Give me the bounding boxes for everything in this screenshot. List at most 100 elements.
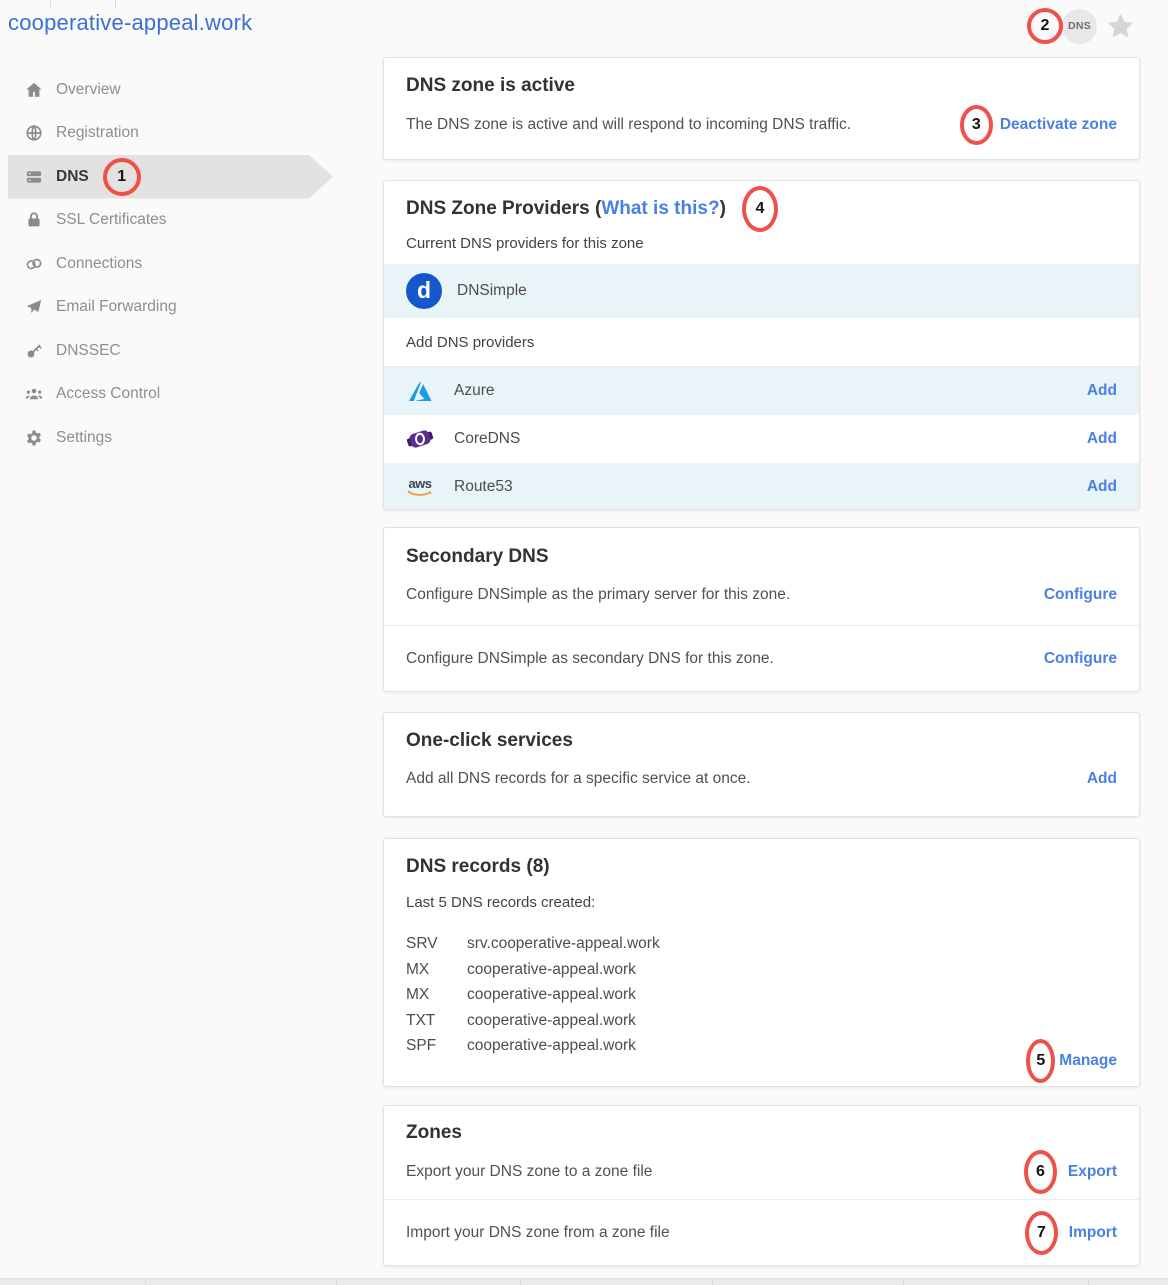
card-title: DNS records (8) (406, 854, 1117, 880)
record-name: cooperative-appeal.work (467, 957, 636, 983)
sidebar-item-dns[interactable]: DNS 1 (8, 155, 333, 199)
current-provider-row: d DNSimple (384, 264, 1139, 318)
what-is-this-link[interactable]: What is this? (601, 196, 719, 222)
sidebar-item-label: DNS (56, 168, 89, 186)
coredns-logo (406, 425, 434, 453)
record-row: MX cooperative-appeal.work (406, 982, 1117, 1008)
provider-row-coredns: CoreDNS Add (384, 415, 1139, 463)
gear-icon (25, 429, 43, 447)
record-row: SRV srv.cooperative-appeal.work (406, 931, 1117, 957)
domain-dns-page: cooperative-appeal.work 2 DNS Overview R… (0, 0, 1168, 1285)
sidebar-item-label: Settings (56, 429, 112, 447)
record-row: MX cooperative-appeal.work (406, 957, 1117, 983)
export-zone-link[interactable]: Export (1068, 1163, 1117, 1181)
favorite-star-icon[interactable] (1105, 11, 1136, 42)
sidebar-item-connections[interactable]: Connections (8, 242, 333, 286)
link-icon (25, 255, 43, 273)
configure-secondary-link[interactable]: Configure (1044, 650, 1117, 668)
configure-primary-link[interactable]: Configure (1044, 586, 1117, 604)
provider-name: DNSimple (457, 282, 527, 300)
card-title: DNS Zone Providers (What is this?)4 (406, 196, 1117, 222)
dns-zone-providers-card: DNS Zone Providers (What is this?)4 Curr… (383, 180, 1140, 510)
sidebar-item-label: SSL Certificates (56, 211, 167, 229)
provider-row-route53: aws Route53 Add (384, 463, 1139, 510)
add-azure-link[interactable]: Add (1087, 382, 1117, 400)
key-icon (25, 342, 43, 360)
annotation-3: 3 (960, 105, 993, 145)
record-name: cooperative-appeal.work (467, 982, 636, 1008)
annotation-5: 5 (1026, 1039, 1055, 1083)
dns-records-card: DNS records (8) Last 5 DNS records creat… (383, 838, 1140, 1087)
sidebar-item-label: Registration (56, 124, 139, 142)
one-click-services-card: One-click services Add all DNS records f… (383, 712, 1140, 817)
record-type: MX (406, 957, 467, 983)
add-coredns-link[interactable]: Add (1087, 430, 1117, 448)
provider-name: CoreDNS (454, 430, 520, 448)
globe-icon (25, 124, 43, 142)
card-title: DNS zone is active (406, 73, 1117, 99)
records-list: SRV srv.cooperative-appeal.work MX coope… (406, 931, 1117, 1059)
record-name: cooperative-appeal.work (467, 1008, 636, 1034)
import-zone-text: Import your DNS zone from a zone file (406, 1224, 670, 1242)
sidebar-item-registration[interactable]: Registration (8, 112, 333, 156)
sidebar-item-label: Overview (56, 81, 121, 99)
record-type: SRV (406, 931, 467, 957)
records-subtitle: Last 5 DNS records created: (406, 894, 1117, 911)
sidebar-item-ssl-certificates[interactable]: SSL Certificates (8, 199, 333, 243)
zones-card: Zones Export your DNS zone to a zone fil… (383, 1105, 1140, 1266)
provider-name: Azure (454, 382, 495, 400)
secondary-dns-text: Configure DNSimple as secondary DNS for … (406, 650, 774, 668)
sidebar-item-access-control[interactable]: Access Control (8, 373, 333, 417)
export-zone-text: Export your DNS zone to a zone file (406, 1163, 652, 1181)
annotation-2: 2 (1027, 8, 1063, 44)
background-grid-tick (115, 0, 116, 7)
background-grid-tick (50, 0, 51, 7)
providers-title-suffix: ) (720, 196, 726, 222)
providers-title-prefix: DNS Zone Providers ( (406, 196, 601, 222)
card-title: Secondary DNS (406, 544, 1117, 570)
record-type: SPF (406, 1033, 467, 1059)
add-route53-link[interactable]: Add (1087, 478, 1117, 496)
paper-plane-icon (25, 298, 43, 316)
dns-zone-active-card: DNS zone is active The DNS zone is activ… (383, 57, 1140, 160)
record-name: srv.cooperative-appeal.work (467, 931, 660, 957)
route53-aws-logo: aws (406, 473, 434, 501)
annotation-4: 4 (742, 186, 778, 232)
sidebar-item-label: Connections (56, 255, 142, 273)
primary-server-text: Configure DNSimple as the primary server… (406, 586, 790, 604)
lock-icon (25, 211, 43, 229)
annotation-7: 7 (1025, 1211, 1058, 1255)
page-title: cooperative-appeal.work (8, 10, 252, 36)
sidebar-item-dnssec[interactable]: DNSSEC (8, 329, 333, 373)
sidebar: Overview Registration DNS 1 SSL Certific… (8, 68, 333, 460)
sidebar-item-label: Access Control (56, 385, 160, 403)
sidebar-item-settings[interactable]: Settings (8, 416, 333, 460)
sidebar-item-label: DNSSEC (56, 342, 121, 360)
background-page-edge (0, 1278, 1168, 1285)
card-title: Zones (406, 1120, 1117, 1146)
dns-zone-badge: DNS (1062, 9, 1097, 44)
sidebar-item-email-forwarding[interactable]: Email Forwarding (8, 286, 333, 330)
sidebar-item-label: Email Forwarding (56, 298, 177, 316)
annotation-1: 1 (103, 158, 141, 196)
deactivate-zone-link[interactable]: Deactivate zone (1000, 116, 1117, 134)
import-zone-link[interactable]: Import (1069, 1224, 1117, 1242)
add-providers-label: Add DNS providers (384, 318, 1139, 367)
provider-name: Route53 (454, 478, 513, 496)
current-providers-label: Current DNS providers for this zone (406, 235, 1117, 252)
header-actions: 2 DNS (1027, 8, 1136, 44)
record-row: SPF cooperative-appeal.work (406, 1033, 1117, 1059)
card-title: One-click services (406, 728, 1117, 754)
record-name: cooperative-appeal.work (467, 1033, 636, 1059)
dnsimple-logo: d (406, 273, 442, 309)
add-service-link[interactable]: Add (1087, 770, 1117, 788)
one-click-description: Add all DNS records for a specific servi… (406, 770, 751, 788)
provider-row-azure: Azure Add (384, 367, 1139, 415)
server-icon (25, 168, 43, 186)
sidebar-item-overview[interactable]: Overview (8, 68, 333, 112)
users-icon (25, 385, 43, 403)
manage-records-link[interactable]: Manage (1059, 1052, 1117, 1070)
record-type: TXT (406, 1008, 467, 1034)
zone-active-description: The DNS zone is active and will respond … (406, 116, 851, 134)
main-content: DNS zone is active The DNS zone is activ… (383, 57, 1140, 1266)
